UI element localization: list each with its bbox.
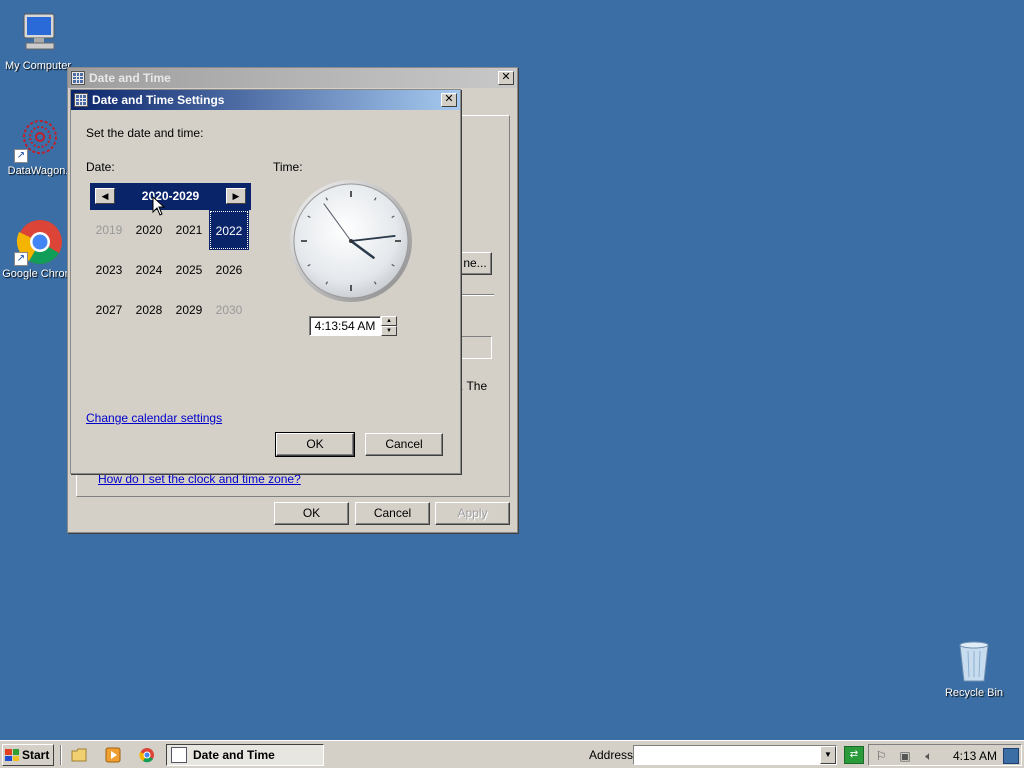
partial-text: . The [460,379,488,393]
tray-clock[interactable]: 4:13 AM [953,749,997,763]
go-arrow-icon: ⇄ [849,749,859,760]
calendar-range-title[interactable]: 2020-2029 [115,189,226,203]
taskbar-button-date-and-time[interactable]: Date and Time [166,744,324,766]
close-button[interactable]: ✕ [498,71,514,85]
chrome-icon: ↗ [14,218,62,266]
address-input[interactable]: ▼ [633,745,837,765]
calendar-year-cell[interactable]: 2020 [130,211,168,249]
desktop-icon-label: DataWagon. [7,165,69,177]
apply-button[interactable]: Apply [435,502,510,525]
desktop-icon-label: My Computer [4,60,72,72]
calendar-year-cell[interactable]: 2028 [130,291,168,329]
datawagon-logo-icon: ↗ [14,115,62,163]
ok-button[interactable]: OK [274,502,349,525]
dialog-title: Date and Time Settings [92,93,225,107]
analog-clock [290,180,412,302]
task-label: Date and Time [193,748,275,762]
computer-icon [14,10,62,58]
speaker-icon[interactable]: 🔈︎ [921,748,937,764]
taskbar-separator [60,745,62,765]
calendar-year-cell[interactable]: 2023 [90,251,128,289]
recycle-bin-icon [950,637,998,685]
triangle-left-icon: ◀ [101,191,109,201]
media-player-icon[interactable] [105,747,121,763]
cancel-button[interactable]: Cancel [355,502,430,525]
calendar-year-cell[interactable]: 2019 [90,211,128,249]
address-label: Address [589,748,634,762]
change-calendar-settings-link[interactable]: Change calendar settings [86,411,222,425]
desktop-icon-label: Google Chrom [2,268,74,280]
button-label: OK [306,437,324,451]
desktop-icon-recycle-bin[interactable]: Recycle Bin [936,637,1012,699]
partial-field [460,336,492,359]
network-icon[interactable]: ▣ [897,748,913,764]
calendar-year-cell[interactable]: 2024 [130,251,168,289]
calendar-header: ◀ 2020-2029 ▶ [90,183,251,210]
show-desktop-icon[interactable] [1003,748,1019,764]
calendar-year-cell[interactable]: 2030 [210,291,248,329]
close-button[interactable]: ✕ [441,93,457,107]
windows-flag-icon [5,749,19,761]
desktop-icon-label: Recycle Bin [944,687,1004,699]
window-titlebar[interactable]: Date and Time ✕ [68,68,517,88]
calendar-icon [71,71,85,85]
calendar-year-cell[interactable]: 2025 [170,251,208,289]
desktop-icon-my-computer[interactable]: My Computer [0,10,76,72]
chrome-quicklaunch-icon[interactable] [139,747,155,763]
taskbar: Start Date and Time Address ▼ ⇄ ⚐ ▣ 🔈︎ 4… [0,740,1024,768]
help-link[interactable]: How do I set the clock and time zone? [98,472,301,486]
explorer-folder-icon[interactable] [71,747,87,763]
button-label: Cancel [373,506,412,520]
mouse-cursor-icon [152,196,166,216]
calendar-icon [171,747,187,763]
calendar-prev-button[interactable]: ◀ [95,188,115,204]
instruction-text: Set the date and time: [86,126,204,140]
time-spinner[interactable]: ▲ ▼ [381,316,397,336]
calendar-year-cell[interactable]: 2026 [210,251,248,289]
dialog-ok-button[interactable]: OK [275,432,355,457]
desktop-icon-google-chrome[interactable]: ↗ Google Chrom [0,218,76,280]
dialog-titlebar[interactable]: Date and Time Settings ✕ [71,90,460,110]
calendar-year-cell[interactable]: 2027 [90,291,128,329]
button-label: ne... [463,256,487,270]
calendar-year-cell[interactable]: 2029 [170,291,208,329]
separator [460,294,494,296]
chevron-down-icon[interactable]: ▼ [820,746,836,764]
start-label: Start [22,748,50,762]
system-tray: ⚐ ▣ 🔈︎ 4:13 AM [868,744,1022,766]
window-title: Date and Time [89,71,171,85]
button-label: OK [302,506,321,520]
triangle-right-icon: ▶ [232,191,240,201]
shortcut-arrow-icon: ↗ [14,252,28,266]
desktop-icon-datawagon[interactable]: ↗ DataWagon. [0,115,76,177]
flag-icon[interactable]: ⚐ [873,748,889,764]
button-label: Apply [457,506,488,520]
spin-down-button[interactable]: ▼ [381,326,397,336]
time-label: Time: [273,160,303,174]
calendar-icon [74,93,88,107]
spin-up-button[interactable]: ▲ [381,316,397,326]
time-input[interactable]: 4:13:54 AM [309,316,381,336]
button-label: Cancel [385,437,423,451]
calendar-year-cell[interactable]: 2021 [170,211,208,249]
go-button[interactable]: ⇄ [844,746,864,764]
shortcut-arrow-icon: ↗ [14,149,28,163]
date-label: Date: [86,160,115,174]
calendar-next-button[interactable]: ▶ [226,188,246,204]
dialog-cancel-button[interactable]: Cancel [365,433,443,456]
calendar-year-cell[interactable]: 2022 [209,210,249,250]
change-timezone-button[interactable]: ne... [458,252,492,275]
start-button[interactable]: Start [2,744,54,766]
